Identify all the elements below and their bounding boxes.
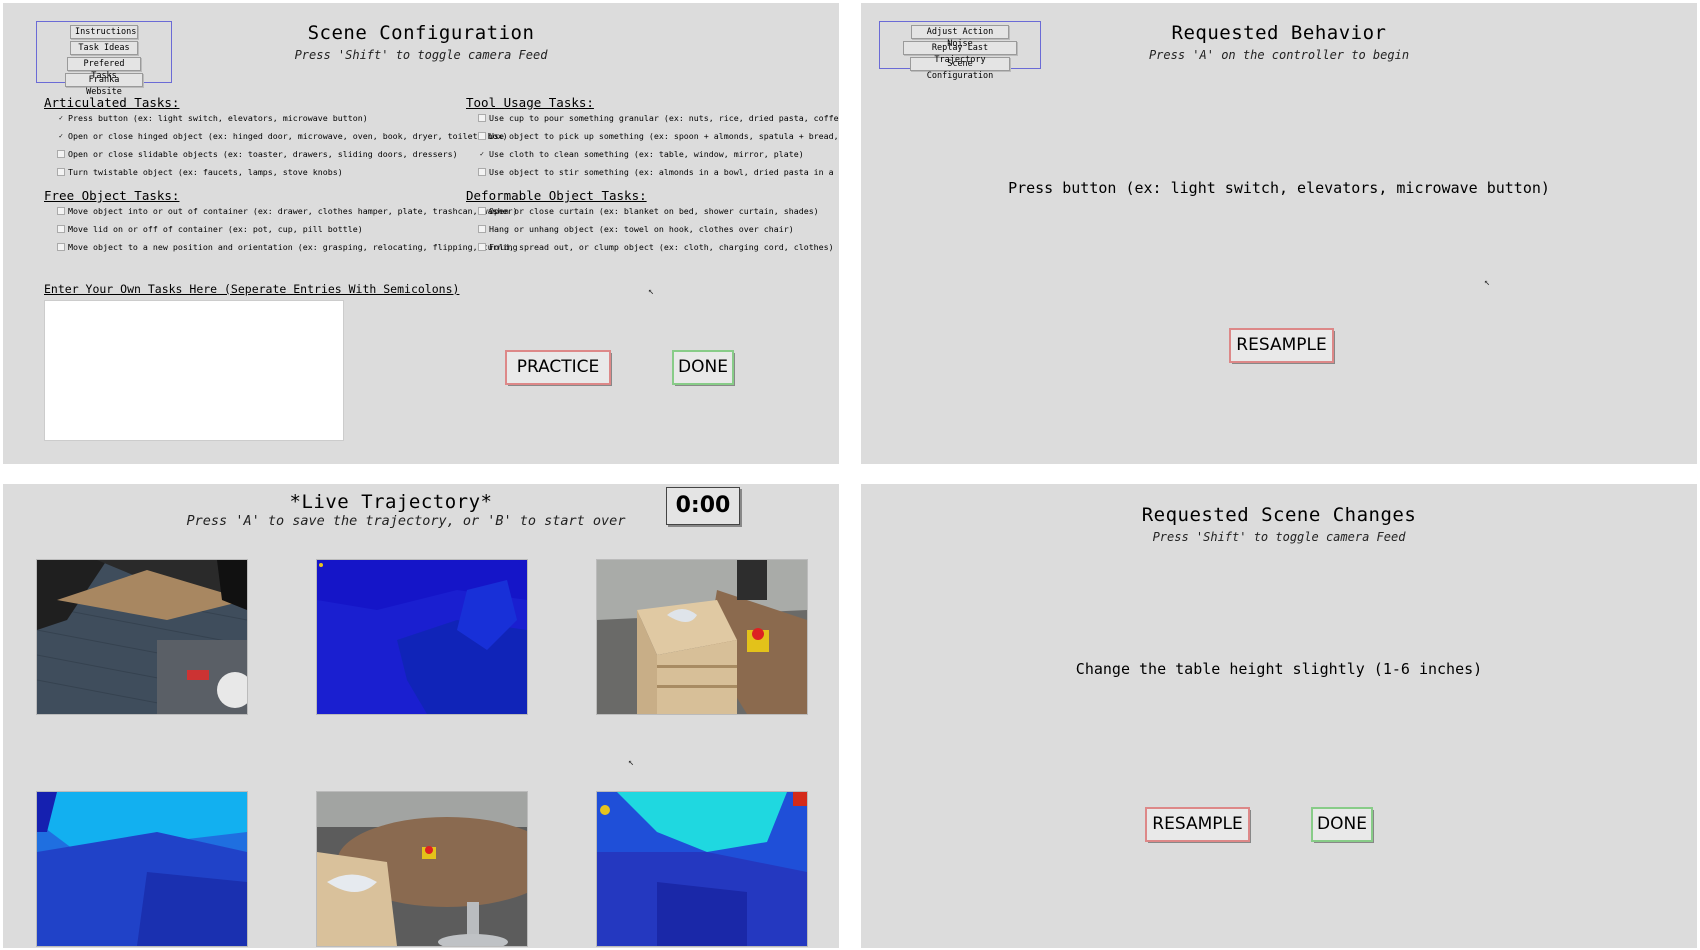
mouse-cursor-icon: ↖ [628, 757, 635, 768]
checkbox[interactable] [478, 132, 486, 140]
task-option[interactable]: Open or close slidable objects (ex: toas… [57, 149, 458, 159]
articulated-tasks-heading: Articulated Tasks: [44, 95, 180, 110]
resample-button[interactable]: RESAMPLE [1145, 807, 1250, 842]
checkbox[interactable] [478, 243, 486, 251]
checkbox[interactable] [478, 225, 486, 233]
page-subtitle: Press 'A' on the controller to begin [1148, 48, 1410, 62]
right-rgb-feed [316, 791, 528, 947]
practice-button[interactable]: PRACTICE [505, 350, 611, 385]
mouse-cursor-icon: ↖ [648, 286, 655, 297]
page-subtitle: Press 'Shift' to toggle camera Feed [1152, 530, 1406, 544]
right-depth-feed [596, 791, 808, 947]
task-option[interactable]: Open or close curtain (ex: blanket on be… [478, 206, 819, 216]
free-object-tasks-heading: Free Object Tasks: [44, 188, 180, 203]
checkbox[interactable]: ✓ [57, 115, 65, 122]
live-trajectory-panel: *Live Trajectory* Press 'A' to save the … [3, 484, 839, 948]
requested-scene-changes-panel: Requested Scene Changes Press 'Shift' to… [861, 484, 1697, 948]
task-option[interactable]: Move object into or out of container (ex… [57, 206, 518, 216]
task-option[interactable]: ✓ Use cloth to clean something (ex: table… [478, 149, 804, 159]
wrist-depth-feed [316, 559, 528, 715]
page-title: Requested Behavior [1171, 22, 1387, 44]
done-button[interactable]: DONE [1311, 807, 1373, 842]
own-tasks-label: Enter Your Own Tasks Here (Seperate Entr… [44, 282, 460, 296]
left-rgb-feed [596, 559, 808, 715]
checkbox[interactable] [57, 225, 65, 233]
task-option[interactable]: Turn twistable object (ex: faucets, lamp… [57, 167, 343, 177]
task-option[interactable]: ✓ Open or close hinged object (ex: hinged… [57, 131, 508, 141]
tool-usage-tasks-heading: Tool Usage Tasks: [466, 95, 594, 110]
scene-configuration-panel: Instructions Task Ideas Prefered Tasks F… [3, 3, 839, 464]
requested-behavior-text: Press button (ex: light switch, elevator… [1008, 179, 1550, 197]
task-option[interactable]: Use cup to pour something granular (ex: … [478, 113, 839, 123]
task-option[interactable]: ✓ Press button (ex: light switch, elevato… [57, 113, 368, 123]
requested-behavior-panel: Adjust Action Noise Replay Last Trajecto… [861, 3, 1697, 464]
checkbox[interactable]: ✓ [57, 133, 65, 140]
checkbox[interactable] [478, 207, 486, 215]
page-title: Requested Scene Changes [1141, 504, 1417, 526]
done-button[interactable]: DONE [672, 350, 734, 385]
task-option[interactable]: Use object to pick up something (ex: spo… [478, 131, 839, 141]
requested-change-text: Change the table height slightly (1-6 in… [1075, 660, 1483, 678]
checkbox[interactable] [478, 168, 486, 176]
wrist-rgb-feed [36, 559, 248, 715]
trajectory-timer: 0:00 [666, 487, 740, 525]
checkbox[interactable] [57, 150, 65, 158]
page-subtitle: Press 'Shift' to toggle camera Feed [294, 48, 548, 62]
task-option[interactable]: Use object to stir something (ex: almond… [478, 167, 839, 177]
checkbox[interactable] [57, 207, 65, 215]
left-depth-feed [36, 791, 248, 947]
checkbox[interactable] [57, 168, 65, 176]
task-option[interactable]: Fold, spread out, or clump object (ex: c… [478, 242, 834, 252]
task-option[interactable]: Move lid on or off of container (ex: pot… [57, 224, 363, 234]
franka-website-button[interactable]: Franka Website [65, 73, 143, 97]
task-option[interactable]: Move object to a new position and orient… [57, 242, 518, 252]
mouse-cursor-icon: ↖ [1484, 277, 1491, 288]
page-title: Scene Configuration [307, 22, 535, 44]
resample-button[interactable]: RESAMPLE [1229, 328, 1334, 363]
checkbox[interactable]: ✓ [478, 151, 486, 158]
own-tasks-textarea[interactable] [44, 300, 344, 441]
checkbox[interactable] [478, 114, 486, 122]
task-option[interactable]: Hang or unhang object (ex: towel on hook… [478, 224, 794, 234]
deformable-object-tasks-heading: Deformable Object Tasks: [466, 188, 647, 203]
checkbox[interactable] [57, 243, 65, 251]
